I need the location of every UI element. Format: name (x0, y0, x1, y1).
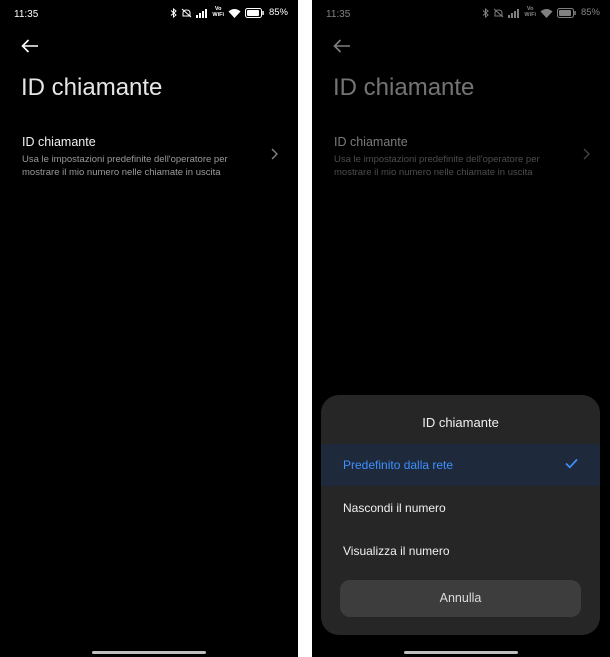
battery-percentage: 85% (268, 7, 288, 18)
home-indicator[interactable] (92, 651, 206, 654)
dialog-title: ID chiamante (422, 415, 499, 430)
wifi-icon (228, 8, 241, 18)
setting-description: Usa le impostazioni predefinite dell'ope… (334, 154, 540, 178)
setting-description: Usa le impostazioni predefinite dell'ope… (22, 154, 228, 178)
battery-icon (244, 7, 264, 18)
status-time: 11:35 (326, 9, 351, 20)
caller-id-setting-row[interactable]: ID chiamante Usa le impostazioni predefi… (312, 128, 610, 184)
phone-screen-right: 11:35 Vo WiFi 85% ID chiamante ID chiaman… (312, 0, 610, 657)
back-button[interactable] (16, 34, 44, 58)
check-icon (565, 458, 578, 469)
battery-icon (556, 7, 576, 18)
caller-id-setting-row[interactable]: ID chiamante Usa le impostazioni predefi… (0, 128, 298, 184)
back-arrow-icon (333, 39, 350, 53)
cancel-button[interactable]: Annulla (340, 580, 581, 617)
setting-title: ID chiamante (22, 135, 96, 149)
chevron-right-icon (271, 148, 278, 160)
bluetooth-icon (483, 7, 490, 18)
page-title: ID chiamante (333, 74, 475, 101)
caller-id-dialog: ID chiamante Predefinito dalla rete Nasc… (321, 395, 600, 635)
setting-title: ID chiamante (334, 135, 408, 149)
status-icons: Vo WiFi 85% (170, 6, 288, 18)
option-network-default[interactable]: Predefinito dalla rete (321, 444, 600, 486)
signal-icon (196, 8, 208, 18)
mute-icon (182, 8, 192, 17)
status-icons: Vo WiFi 85% (482, 6, 600, 18)
battery-percentage: 85% (580, 7, 600, 18)
signal-icon (508, 8, 520, 18)
status-bar: 11:35 Vo WiFi 85% (312, 0, 610, 28)
back-button[interactable] (328, 34, 356, 58)
back-arrow-icon (21, 39, 38, 53)
option-label: Nascondi il numero (343, 501, 446, 515)
option-label: Visualizza il numero (343, 544, 450, 558)
option-hide-number[interactable]: Nascondi il numero (321, 487, 600, 529)
vowifi-indicator: Vo WiFi (524, 6, 536, 18)
status-bar: 11:35 Vo WiFi 85% (0, 0, 298, 28)
page-title: ID chiamante (21, 74, 163, 101)
bluetooth-icon (171, 7, 178, 18)
mute-icon (494, 8, 504, 17)
home-indicator[interactable] (404, 651, 518, 654)
option-label: Predefinito dalla rete (343, 458, 454, 472)
phone-screen-left: 11:35 Vo WiFi 85% ID chiamante ID chiaman… (0, 0, 298, 657)
chevron-right-icon (583, 148, 590, 160)
vowifi-indicator: Vo WiFi (212, 6, 224, 18)
status-time: 11:35 (14, 9, 39, 20)
wifi-icon (540, 8, 553, 18)
option-show-number[interactable]: Visualizza il numero (321, 530, 600, 572)
